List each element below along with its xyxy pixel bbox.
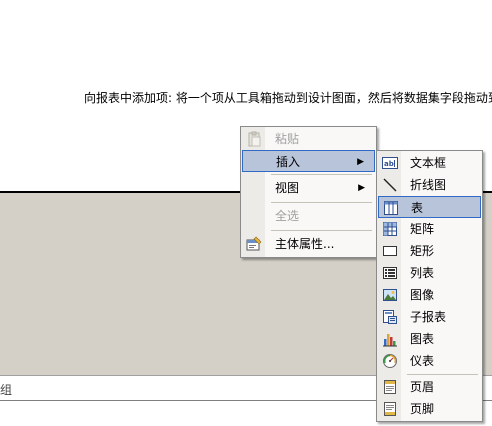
submenu-item-image-label: 图像 [410,288,435,302]
submenu-item-line-label: 折线图 [410,178,447,192]
submenu-item-page-footer[interactable]: 页脚 [378,398,481,420]
submenu-item-matrix[interactable]: 矩阵 [378,218,481,240]
submenu-item-gauge[interactable]: 仪表 [378,350,481,372]
menu-separator [271,202,372,203]
submenu-item-line[interactable]: 折线图 [378,174,481,196]
submenu-item-subreport[interactable]: 子报表 [378,306,481,328]
menu-item-view-label: 视图 [275,181,300,195]
grouping-pane-label: 组 [0,383,13,397]
submenu-arrow-icon: ▶ [358,183,365,193]
submenu-item-textbox-label: 文本框 [410,156,447,170]
menu-separator [407,374,478,375]
menu-item-select-all[interactable]: 全选 [242,205,375,227]
submenu-item-subreport-label: 子报表 [410,310,447,324]
menu-item-body-properties[interactable]: 主体属性... [242,233,375,255]
menu-separator [271,174,372,175]
svg-text:ab: ab [384,160,394,168]
menu-separator [271,230,372,231]
menu-item-insert[interactable]: 插入 ▶ [242,150,375,172]
menu-item-body-properties-label: 主体属性... [275,237,335,251]
insert-submenu: ab 文本框 折线图 表 矩阵 矩形 列表 图像 子报表 图表 仪表 页眉 页脚 [376,150,483,422]
submenu-item-rectangle[interactable]: 矩形 [378,240,481,262]
submenu-item-table-label: 表 [411,201,424,215]
menu-item-paste-label: 粘贴 [275,132,300,146]
submenu-item-rectangle-label: 矩形 [410,244,435,258]
menu-item-paste[interactable]: 粘贴 [242,128,375,150]
submenu-item-chart-label: 图表 [410,332,435,346]
submenu-item-list[interactable]: 列表 [378,262,481,284]
submenu-item-gauge-label: 仪表 [410,354,435,368]
menu-item-view[interactable]: 视图 ▶ [242,177,375,199]
submenu-item-page-header[interactable]: 页眉 [378,376,481,398]
submenu-item-page-header-label: 页眉 [410,380,435,394]
submenu-item-textbox[interactable]: ab 文本框 [378,152,481,174]
submenu-arrow-icon: ▶ [357,157,364,167]
submenu-item-matrix-label: 矩阵 [410,222,435,236]
submenu-item-image[interactable]: 图像 [378,284,481,306]
submenu-item-chart[interactable]: 图表 [378,328,481,350]
menu-item-insert-label: 插入 [276,155,301,169]
add-items-hint: 向报表中添加项: 将一个项从工具箱拖动到设计图面，然后将数据集字段拖动到 [84,91,492,105]
context-menu: 粘贴 插入 ▶ 视图 ▶ 全选 主体属性... [240,126,377,258]
submenu-item-table[interactable]: 表 [378,196,481,218]
submenu-item-list-label: 列表 [410,266,435,280]
menu-item-select-all-label: 全选 [275,209,300,223]
submenu-item-page-footer-label: 页脚 [410,402,435,416]
